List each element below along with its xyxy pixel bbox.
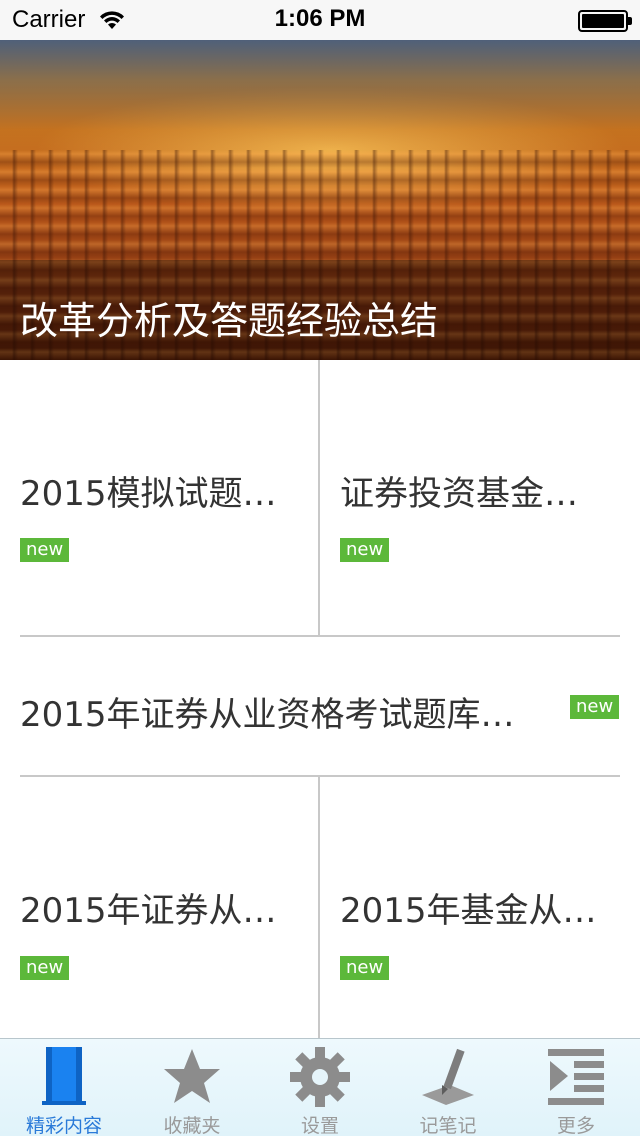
tab-label: 设置 bbox=[300, 1115, 339, 1136]
screen: Carrier 1:06 PM 改革分析及答题经验总结 2015模拟试题… ne… bbox=[0, 0, 640, 1136]
pen-icon bbox=[422, 1048, 474, 1105]
tab-label: 记笔记 bbox=[419, 1115, 477, 1136]
tab-label: 收藏夹 bbox=[163, 1115, 221, 1136]
grid-item[interactable]: 证券投资基金… new bbox=[320, 360, 640, 636]
new-badge: new bbox=[340, 956, 390, 980]
divider bbox=[318, 360, 320, 636]
banner-caption: 改革分析及答题经验总结 bbox=[20, 299, 439, 343]
more-list-icon bbox=[548, 1049, 604, 1105]
featured-banner[interactable]: 改革分析及答题经验总结 bbox=[0, 40, 640, 360]
grid-item[interactable]: 2015年证券从… new bbox=[0, 777, 318, 1037]
item-title: 2015模拟试题… bbox=[20, 474, 277, 514]
grid-item[interactable]: 2015年基金从… new bbox=[320, 777, 640, 1037]
tab-more[interactable]: 更多 bbox=[512, 1039, 640, 1136]
item-title: 证券投资基金… bbox=[340, 474, 578, 514]
star-icon bbox=[164, 1049, 220, 1103]
tab-label: 精彩内容 bbox=[25, 1115, 102, 1136]
battery-icon bbox=[578, 10, 632, 32]
gear-icon bbox=[290, 1047, 350, 1107]
clock: 1:06 PM bbox=[274, 5, 366, 32]
tab-featured[interactable]: 精彩内容 bbox=[0, 1039, 128, 1136]
new-badge: new bbox=[570, 695, 620, 719]
divider bbox=[318, 777, 320, 1038]
new-badge: new bbox=[20, 538, 70, 562]
tab-notes[interactable]: 记笔记 bbox=[384, 1039, 512, 1136]
item-title: 2015年基金从… bbox=[340, 891, 597, 931]
grid-item-wide[interactable]: 2015年证券从业资格考试题库… new bbox=[0, 637, 640, 776]
new-badge: new bbox=[340, 538, 390, 562]
item-title: 2015年证券从业资格考试题库… bbox=[20, 695, 515, 735]
grid-item[interactable]: 2015模拟试题… new bbox=[0, 360, 318, 636]
tab-bar: 精彩内容 收藏夹 设置 记笔记 更多 bbox=[0, 1038, 640, 1136]
tab-settings[interactable]: 设置 bbox=[256, 1039, 384, 1136]
book-icon bbox=[42, 1047, 86, 1105]
tab-label: 更多 bbox=[556, 1115, 595, 1136]
tab-favorites[interactable]: 收藏夹 bbox=[128, 1039, 256, 1136]
status-bar: Carrier 1:06 PM bbox=[0, 0, 640, 40]
item-title: 2015年证券从… bbox=[20, 891, 277, 931]
new-badge: new bbox=[20, 956, 70, 980]
